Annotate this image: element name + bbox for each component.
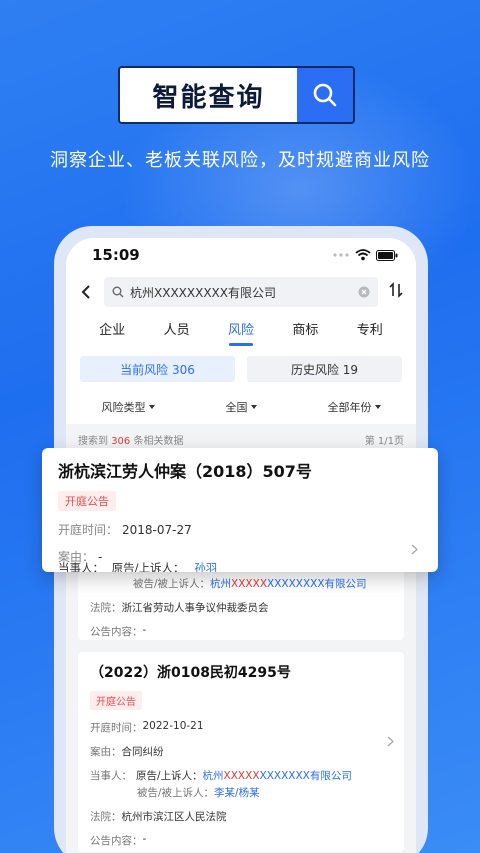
party-row-cut: 当事人： 原告/上诉人： 孙羽	[58, 560, 217, 572]
highlighted-result-card[interactable]: 浙杭滨江劳人仲案（2018）507号 开庭公告 开庭时间： 2018-07-27 …	[42, 448, 438, 572]
hero-title: 智能查询	[120, 68, 297, 122]
status-icons	[332, 249, 398, 261]
filter-region-label: 全国	[225, 401, 248, 414]
filter-year[interactable]: 全部年份	[328, 399, 381, 415]
notice-value: -	[142, 833, 147, 845]
category-tabs: 企业 人员 风险 商标 专利	[66, 312, 416, 348]
date-value: 2022-10-21	[142, 720, 204, 732]
defendant-part-a: 杭州	[210, 578, 232, 590]
court-row: 法院： 杭州市滨江区人民法院	[90, 809, 392, 824]
plaintiff-part-a: 杭州	[202, 770, 224, 782]
party-label: 当事人：	[90, 770, 132, 782]
plaintiff-label: 原告/上诉人：	[136, 770, 203, 782]
history-risk-button[interactable]: 历史风险 19	[247, 356, 402, 382]
result-prefix: 搜索到	[78, 435, 112, 447]
date-value: 2018-07-27	[122, 523, 192, 537]
risk-toggle: 当前风险 306 历史风险 19	[66, 348, 416, 390]
caret-down-icon	[374, 405, 381, 409]
filter-year-label: 全部年份	[327, 401, 372, 414]
card-title: 浙杭滨江劳人仲案（2018）507号	[58, 462, 312, 481]
filter-bar: 风险类型 全国 全部年份	[66, 390, 416, 424]
notice-label: 公告内容：	[90, 626, 143, 638]
result-count-text: 搜索到 306 条相关数据	[78, 432, 183, 447]
status-time: 15:09	[92, 246, 140, 264]
tab-patent[interactable]: 专利	[344, 319, 396, 348]
caret-down-icon	[148, 405, 155, 409]
result-count: 306	[111, 435, 131, 447]
defendant-label: 被告/被上诉人：	[137, 787, 215, 799]
filter-risk-type[interactable]: 风险类型	[102, 399, 155, 415]
cause-row: 案由： 合同纠纷	[90, 744, 392, 759]
defendant-link[interactable]: 杭州XXXXXXXXXXXXX有限公司	[210, 576, 367, 591]
hero-search-button[interactable]	[297, 68, 353, 122]
party-name-link[interactable]: 孙羽	[194, 561, 217, 572]
chevron-right-icon	[411, 544, 418, 555]
date-row: 开庭时间： 2018-07-27	[58, 521, 422, 538]
filter-region[interactable]: 全国	[226, 399, 257, 415]
court-label: 法院：	[90, 811, 122, 823]
notice-row: 公告内容： -	[90, 624, 392, 639]
back-button[interactable]	[76, 284, 96, 300]
signal-dots-icon	[333, 253, 349, 257]
party-label: 当事人：	[58, 561, 104, 572]
hero-search-box[interactable]: 智能查询	[118, 66, 355, 124]
court-value: 杭州市滨江区人民法院	[121, 811, 227, 823]
court-label: 法院：	[90, 602, 122, 614]
sort-icon	[389, 282, 403, 298]
defendant-link[interactable]: 李某/杨某	[214, 785, 260, 800]
result-suffix: 条相关数据	[130, 435, 184, 447]
caret-down-icon	[250, 405, 257, 409]
wifi-icon	[355, 249, 371, 261]
defendant-part-x: XXXXX	[231, 578, 268, 590]
search-icon	[313, 83, 337, 107]
battery-icon	[376, 249, 398, 261]
date-label: 开庭时间：	[58, 523, 119, 537]
date-row: 开庭时间： 2022-10-21	[90, 720, 392, 735]
defendant-row: 被告/被上诉人： 李某/杨某	[90, 785, 392, 800]
cause-value: 合同纠纷	[121, 746, 164, 758]
filter-risk-type-label: 风险类型	[101, 401, 146, 414]
app-search-row: 杭州XXXXXXXXX有限公司	[66, 272, 416, 312]
card-title: （2022）浙0108民初4295号	[90, 665, 291, 681]
plaintiff-part-x: XXXXX	[223, 770, 260, 782]
court-row: 法院： 浙江省劳动人事争议仲裁委员会	[90, 600, 392, 615]
card-tag: 开庭公告	[90, 691, 142, 710]
sort-button[interactable]	[386, 282, 406, 302]
chevron-right-icon	[387, 736, 394, 747]
party-row: 当事人： 原告/上诉人： 杭州XXXXXXXXXXXX有限公司	[90, 768, 392, 783]
search-icon	[112, 286, 124, 298]
defendant-part-b: XXXXXXXX有限公司	[267, 578, 367, 590]
clear-icon[interactable]	[358, 286, 370, 298]
hero-tagline: 洞察企业、老板关联风险，及时规避商业风险	[50, 150, 430, 171]
defendant-row: 被告/被上诉人： 杭州XXXXXXXXXXXXX有限公司	[90, 576, 392, 591]
notice-label: 公告内容：	[90, 835, 143, 847]
card-tag: 开庭公告	[58, 491, 116, 511]
search-value: 杭州XXXXXXXXX有限公司	[130, 285, 276, 300]
notice-row: 公告内容： -	[90, 833, 392, 848]
notice-value: -	[142, 624, 147, 636]
tab-trademark[interactable]: 商标	[279, 319, 331, 348]
date-label: 开庭时间：	[90, 722, 143, 734]
current-risk-button[interactable]: 当前风险 306	[80, 356, 235, 382]
page-indicator: 第 1/1页	[364, 435, 404, 447]
status-bar: 15:09	[66, 238, 416, 272]
tab-risk[interactable]: 风险	[215, 319, 267, 348]
party-role: 原告/上诉人：	[111, 561, 185, 572]
tab-enterprise[interactable]: 企业	[86, 319, 138, 348]
cause-label: 案由：	[90, 746, 122, 758]
plaintiff-part-b: XXXXXXX有限公司	[259, 770, 352, 782]
chevron-left-icon	[81, 285, 90, 299]
plaintiff-link[interactable]: 杭州XXXXXXXXXXXX有限公司	[203, 768, 352, 783]
result-card[interactable]: （2022）浙0108民初4295号 开庭公告 开庭时间： 2022-10-21…	[78, 652, 404, 852]
tab-people[interactable]: 人员	[151, 319, 203, 348]
court-value: 浙江省劳动人事争议仲裁委员会	[121, 602, 269, 614]
defendant-label: 被告/被上诉人：	[133, 578, 211, 590]
search-input[interactable]: 杭州XXXXXXXXX有限公司	[104, 277, 378, 307]
